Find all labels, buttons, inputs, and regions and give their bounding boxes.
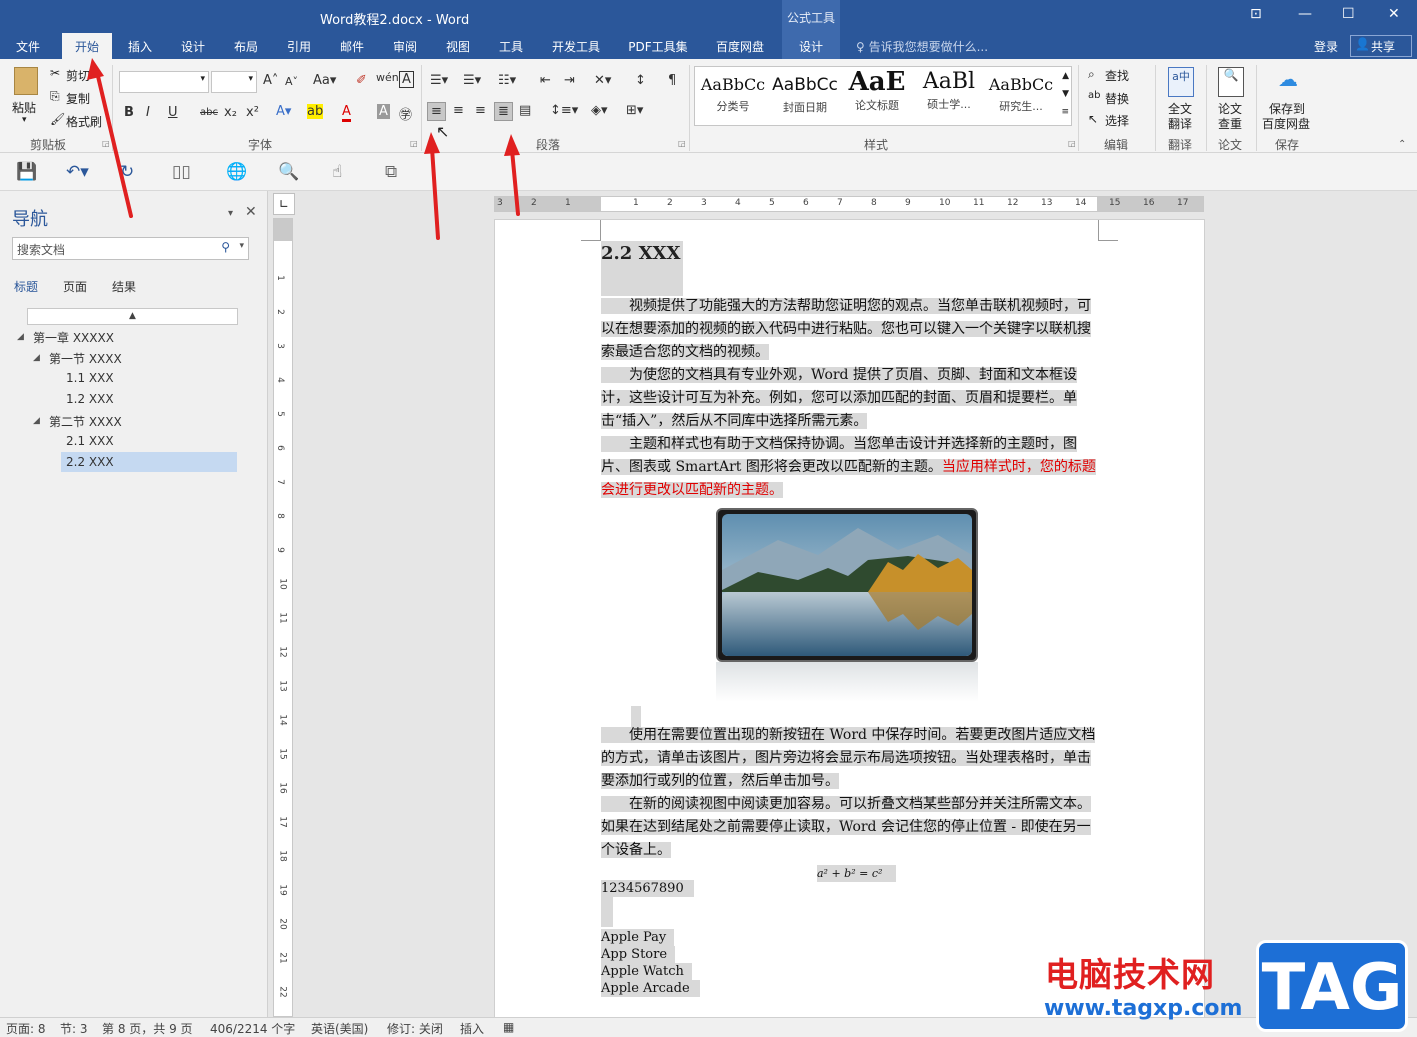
annotation-arrows: [87, 58, 520, 240]
